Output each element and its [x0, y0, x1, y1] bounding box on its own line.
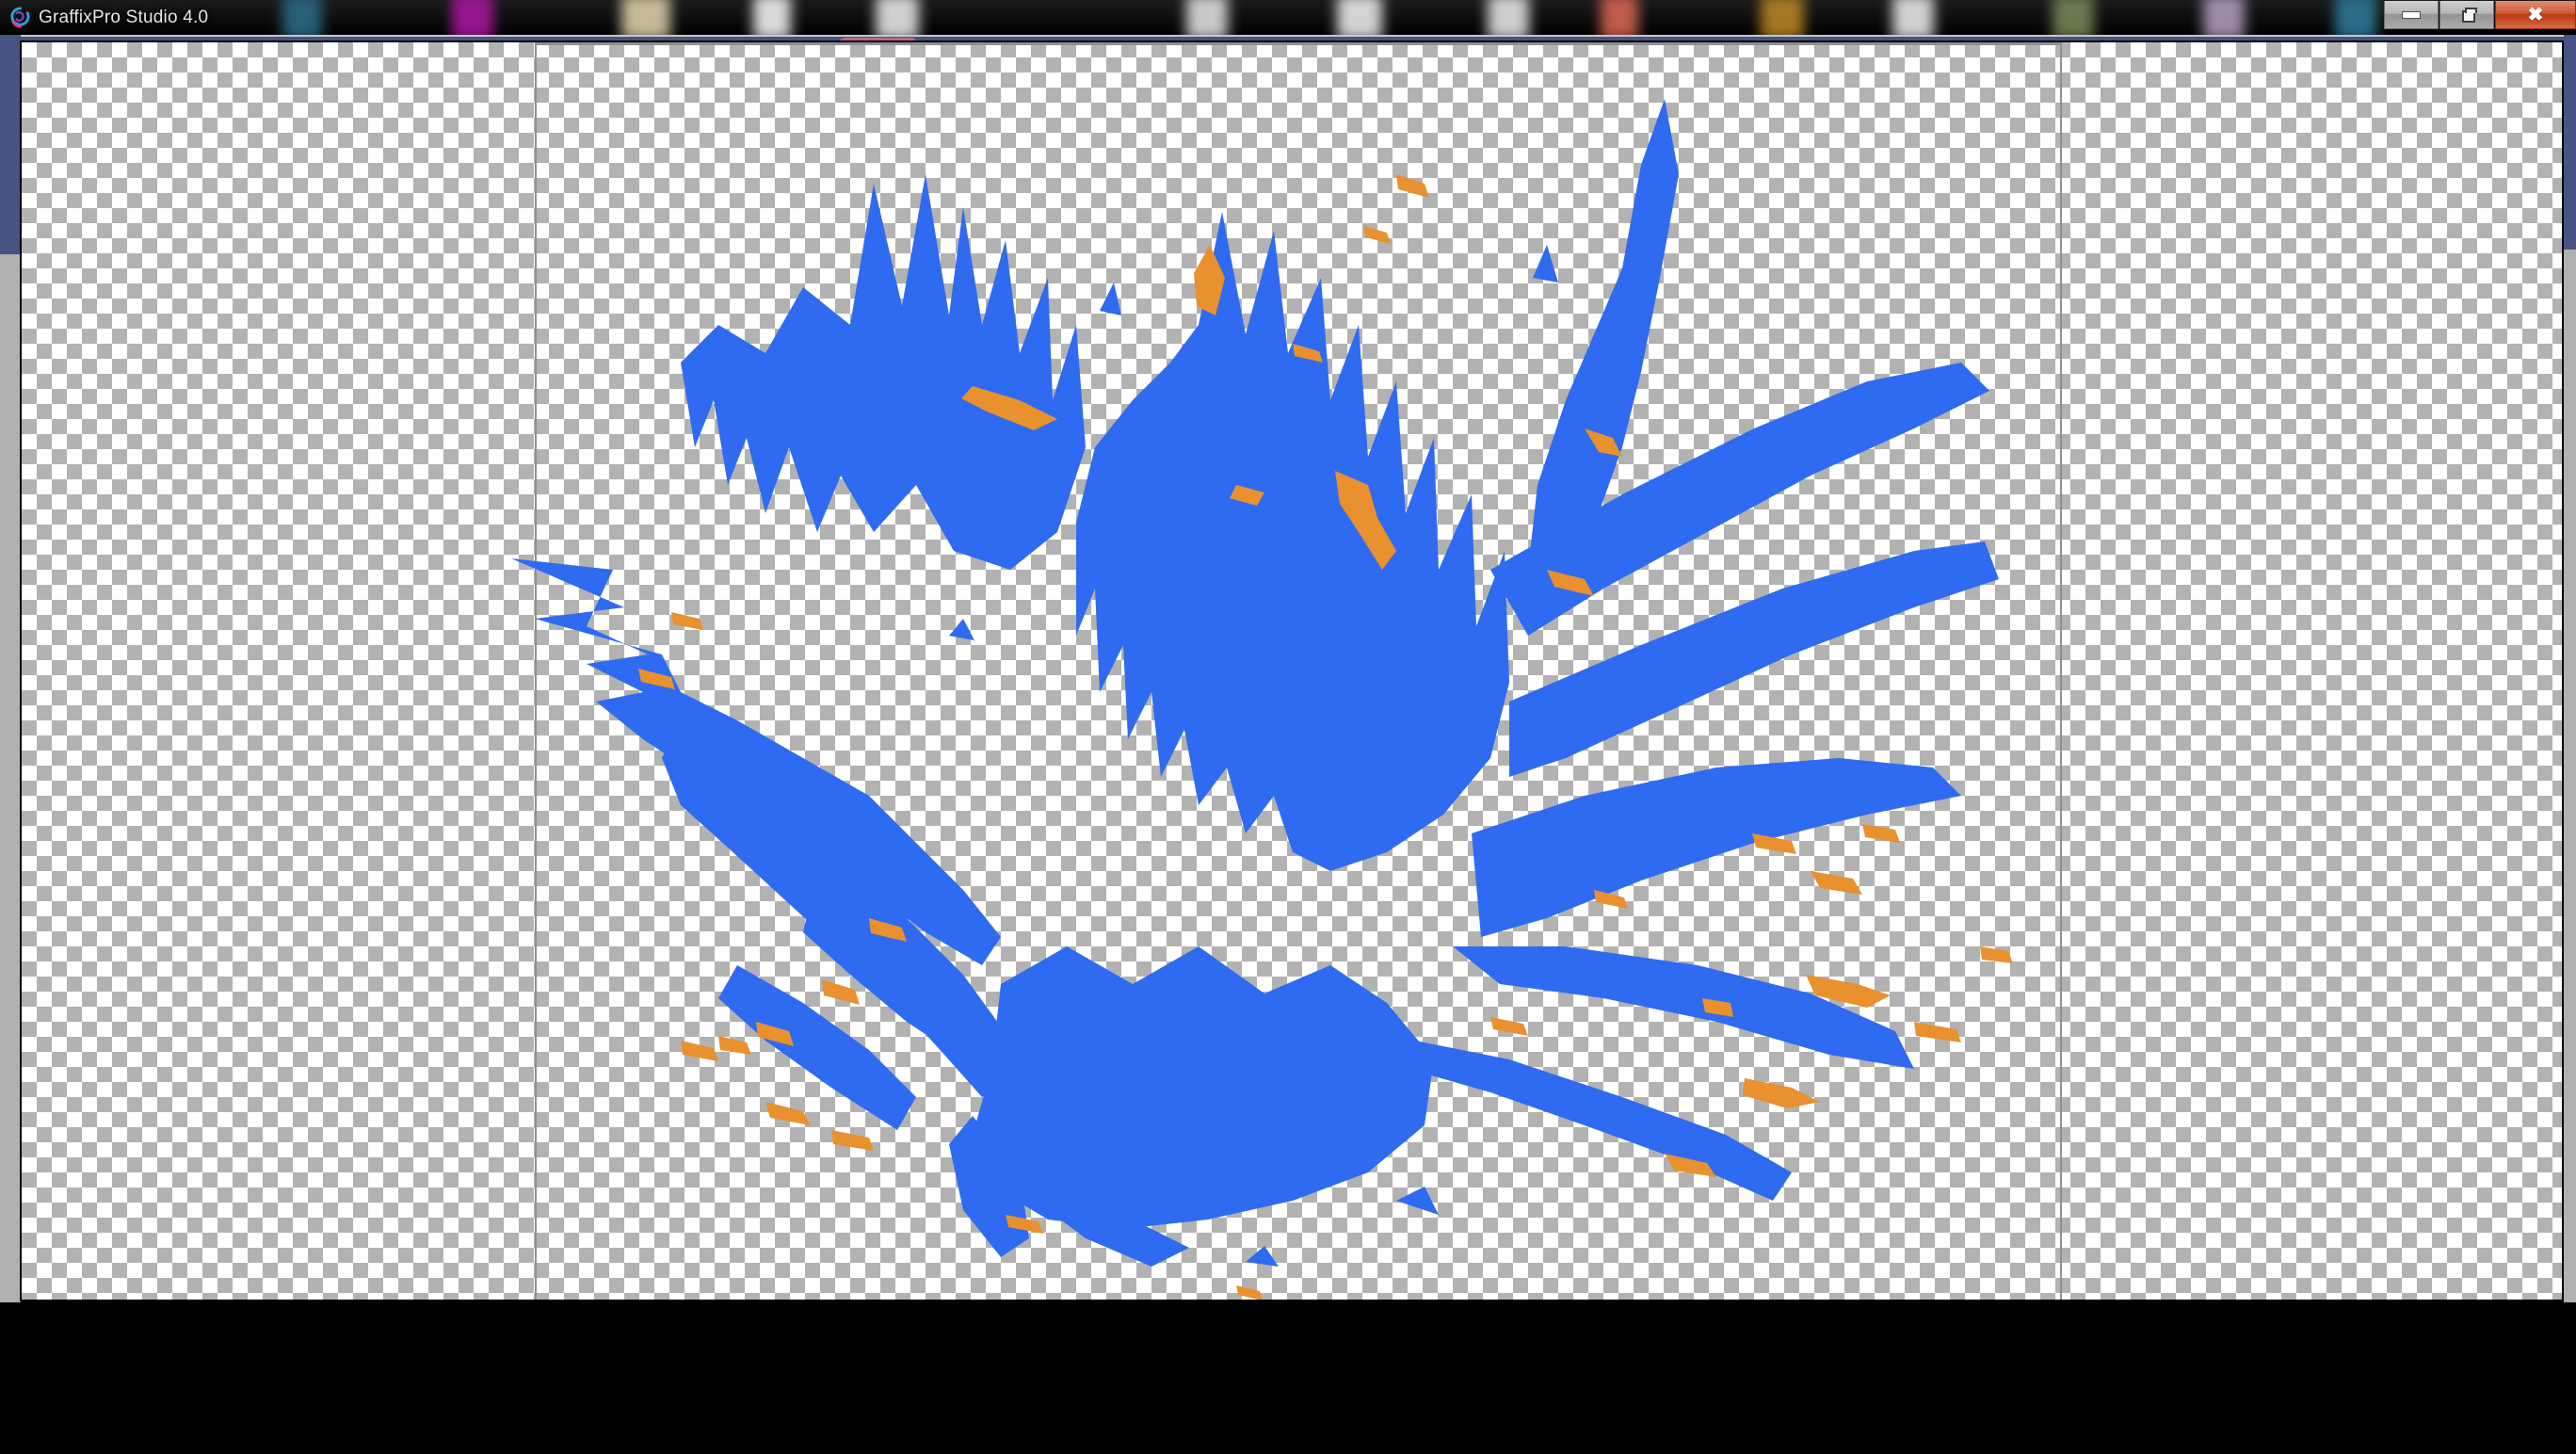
artwork-paint-splatter — [511, 99, 2013, 1300]
window-controls: ✖ — [2384, 1, 2576, 29]
background-left-edge-lower — [0, 254, 21, 1359]
restore-button[interactable] — [2439, 1, 2494, 29]
window-title: GraffixPro Studio 4.0 — [39, 8, 209, 27]
title-bar: GraffixPro Studio 4.0 ✖ — [0, 0, 2576, 35]
image-canvas[interactable] — [20, 40, 2564, 1301]
close-icon: ✖ — [2527, 4, 2544, 25]
graffixpro-logo-icon — [10, 7, 30, 28]
close-button[interactable]: ✖ — [2495, 1, 2576, 29]
application-window: GraffixPro Studio 4.0 ✖ — [0, 0, 2576, 1454]
minimize-icon — [2402, 10, 2421, 19]
minimize-button[interactable] — [2384, 1, 2439, 29]
bottom-toolbar: Replace selected color: with: Quick repl… — [0, 1302, 2576, 1454]
restore-icon — [2459, 8, 2477, 23]
background-right-edge-lower — [2564, 250, 2576, 1359]
